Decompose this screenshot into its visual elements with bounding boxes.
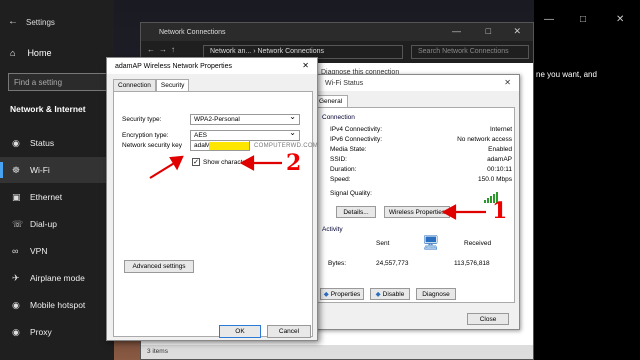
- minimize-icon[interactable]: —: [452, 26, 461, 36]
- shield-icon: ◆: [323, 291, 329, 298]
- tab-general[interactable]: General: [313, 95, 349, 107]
- home-icon: ⌂: [10, 48, 16, 58]
- sidebar-item-wifi[interactable]: ☸ Wi-Fi: [0, 157, 114, 183]
- close-icon[interactable]: ✕: [616, 14, 624, 25]
- home-label: Home: [27, 48, 52, 58]
- sidebar-item-hotspot[interactable]: ◉ Mobile hotspot: [0, 292, 114, 318]
- wireless-properties-dialog: adamAP Wireless Network Properties ✕ Con…: [106, 57, 318, 341]
- hotspot-icon: ◉: [12, 299, 20, 310]
- network-key-label: Network security key: [122, 142, 182, 149]
- background-text: ne you want, and: [536, 70, 597, 79]
- advanced-settings-button[interactable]: Advanced settings: [124, 260, 194, 273]
- cancel-button[interactable]: Cancel: [267, 325, 311, 338]
- settings-title: Settings: [26, 18, 55, 27]
- show-characters-checkbox[interactable]: ✓ Show characters: [192, 158, 251, 166]
- ethernet-icon: ▣: [12, 191, 21, 202]
- activity-group-label: Activity: [322, 226, 343, 233]
- sidebar-item-ethernet[interactable]: ▣ Ethernet: [0, 184, 114, 210]
- sidebar-item-label: VPN: [30, 246, 48, 256]
- maximize-icon[interactable]: □: [580, 14, 586, 25]
- checkmark-icon: ✓: [192, 158, 200, 166]
- security-panel: Security type: WPA2-Personal Encryption …: [113, 91, 318, 337]
- status-bar: 3 items: [141, 345, 533, 359]
- phone-icon: ☏: [12, 218, 24, 229]
- close-icon[interactable]: ✕: [513, 26, 521, 37]
- field-row: IPv4 Connectivity: Internet: [330, 126, 512, 133]
- ok-button[interactable]: OK: [219, 325, 261, 338]
- close-icon[interactable]: ✕: [302, 61, 309, 70]
- sidebar-item-label: Ethernet: [30, 192, 63, 202]
- search-input[interactable]: Search Network Connections: [411, 45, 529, 59]
- sidebar-item-label: Dial-up: [30, 219, 57, 229]
- sidebar-item-label: Mobile hotspot: [30, 300, 86, 310]
- wireless-properties-button[interactable]: Wireless Properties: [384, 206, 450, 218]
- sidebar-item-airplane[interactable]: ✈ Airplane mode: [0, 265, 114, 291]
- globe-icon: ◉: [12, 137, 20, 148]
- wifi-icon: ☸: [12, 164, 21, 175]
- background-window: — □ ✕ ne you want, and: [534, 0, 640, 360]
- sidebar-item-proxy[interactable]: ◉ Proxy: [0, 319, 114, 345]
- close-button[interactable]: Close: [467, 313, 509, 325]
- dialog-title-bar: Wi-Fi Status ✕: [307, 75, 519, 91]
- signal-bar: [487, 198, 489, 203]
- security-type-label: Security type:: [122, 116, 162, 123]
- field-row: IPv6 Connectivity: No network access: [330, 136, 512, 143]
- sidebar-item-vpn[interactable]: ∞ VPN: [0, 238, 114, 264]
- airplane-icon: ✈: [12, 272, 20, 283]
- sidebar-item-label: Proxy: [30, 327, 52, 337]
- watermark: COMPUTERWD.COM: [254, 143, 319, 149]
- redaction-highlight: [209, 142, 249, 150]
- wifi-status-dialog: Wi-Fi Status ✕ General Connection IPv4 C…: [306, 74, 520, 330]
- sent-label: Sent: [376, 240, 390, 247]
- breadcrumb-item[interactable]: Network an...: [210, 48, 251, 55]
- sidebar-item-status[interactable]: ◉ Status: [0, 130, 114, 156]
- section-heading: Network & Internet: [10, 104, 86, 114]
- field-row: Speed: 150.0 Mbps: [330, 176, 512, 183]
- settings-window: ← Settings ⌂ Home Find a setting Network …: [0, 0, 114, 360]
- navigation-arrows-icon[interactable]: ←→↑: [147, 45, 179, 54]
- dialog-title: adamAP Wireless Network Properties: [115, 62, 232, 70]
- minimize-icon[interactable]: —: [544, 14, 554, 25]
- maximize-icon[interactable]: □: [486, 26, 491, 36]
- bytes-sent-value: 24,557,773: [376, 260, 409, 267]
- close-icon[interactable]: ✕: [504, 78, 511, 87]
- vpn-icon: ∞: [12, 246, 19, 256]
- shield-icon: ◆: [375, 291, 381, 298]
- sidebar-item-label: Airplane mode: [30, 273, 85, 283]
- diagnose-button[interactable]: Diagnose: [416, 288, 456, 300]
- connection-group-label: Connection: [322, 114, 355, 121]
- disable-button[interactable]: ◆ Disable: [370, 288, 410, 300]
- settings-search-input[interactable]: Find a setting: [8, 73, 108, 91]
- details-button[interactable]: Details...: [336, 206, 376, 218]
- annotation-number-2: 2: [286, 150, 302, 176]
- properties-button[interactable]: ◆ Properties: [320, 288, 364, 300]
- bytes-label: Bytes:: [328, 260, 347, 267]
- field-row: Media State: Enabled: [330, 146, 512, 153]
- field-row: Duration: 00:10:11: [330, 166, 512, 173]
- field-row: SSID: adamAP: [330, 156, 512, 163]
- home-nav-item[interactable]: ⌂ Home: [10, 48, 51, 58]
- title-bar: Network Connections — □ ✕: [141, 23, 533, 41]
- sidebar-item-label: Wi-Fi: [30, 165, 50, 175]
- dialog-title-bar: adamAP Wireless Network Properties ✕: [107, 58, 317, 74]
- annotation-number-1: 1: [492, 198, 508, 224]
- network-key-input[interactable]: adaM: [190, 140, 250, 151]
- received-label: Received: [464, 240, 492, 247]
- security-type-select[interactable]: WPA2-Personal: [190, 112, 300, 125]
- globe-icon: ◉: [12, 326, 20, 337]
- dialog-title: Wi-Fi Status: [325, 79, 364, 87]
- sidebar-item-label: Status: [30, 138, 55, 148]
- window-title: Network Connections: [159, 28, 226, 36]
- bytes-received-value: 113,576,818: [454, 260, 490, 267]
- network-computer-icon: 🖥: [422, 234, 440, 250]
- back-arrow-icon[interactable]: ←: [8, 16, 18, 27]
- general-panel: Connection IPv4 Connectivity: Internet IP…: [313, 107, 515, 303]
- signal-bar: [484, 200, 486, 203]
- encryption-type-label: Encryption type:: [122, 132, 169, 139]
- signal-quality-label: Signal Quality:: [330, 190, 372, 197]
- sidebar-item-dialup[interactable]: ☏ Dial-up: [0, 211, 114, 237]
- breadcrumb-item[interactable]: Network Connections: [257, 48, 324, 55]
